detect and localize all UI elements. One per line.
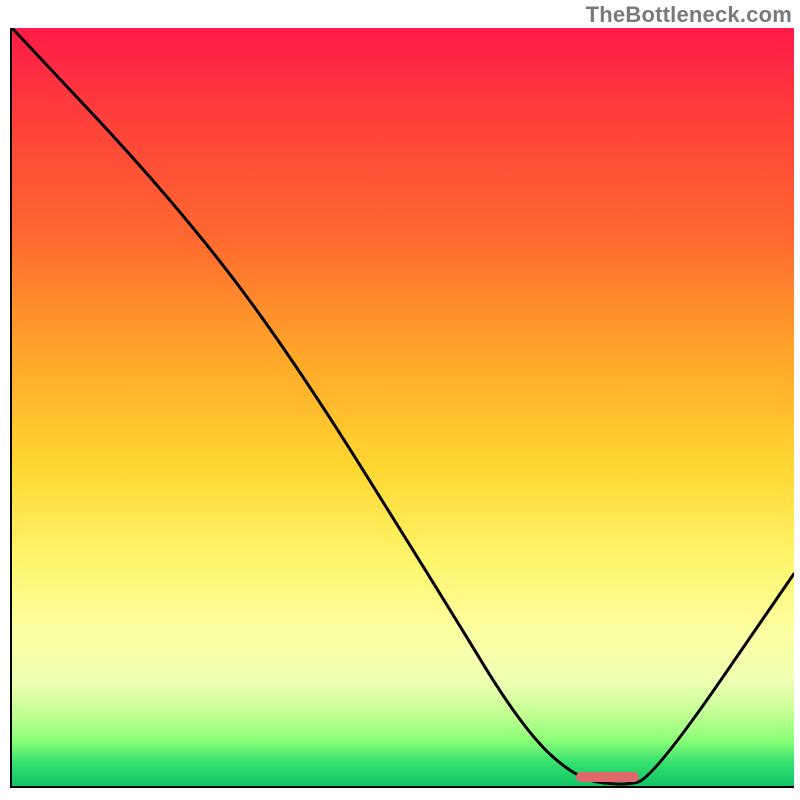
optimum-marker <box>576 772 639 782</box>
chart-line-svg <box>12 28 794 786</box>
watermark-text: TheBottleneck.com <box>586 2 792 28</box>
bottleneck-curve-path <box>12 28 794 784</box>
chart-plot-area <box>10 28 794 788</box>
